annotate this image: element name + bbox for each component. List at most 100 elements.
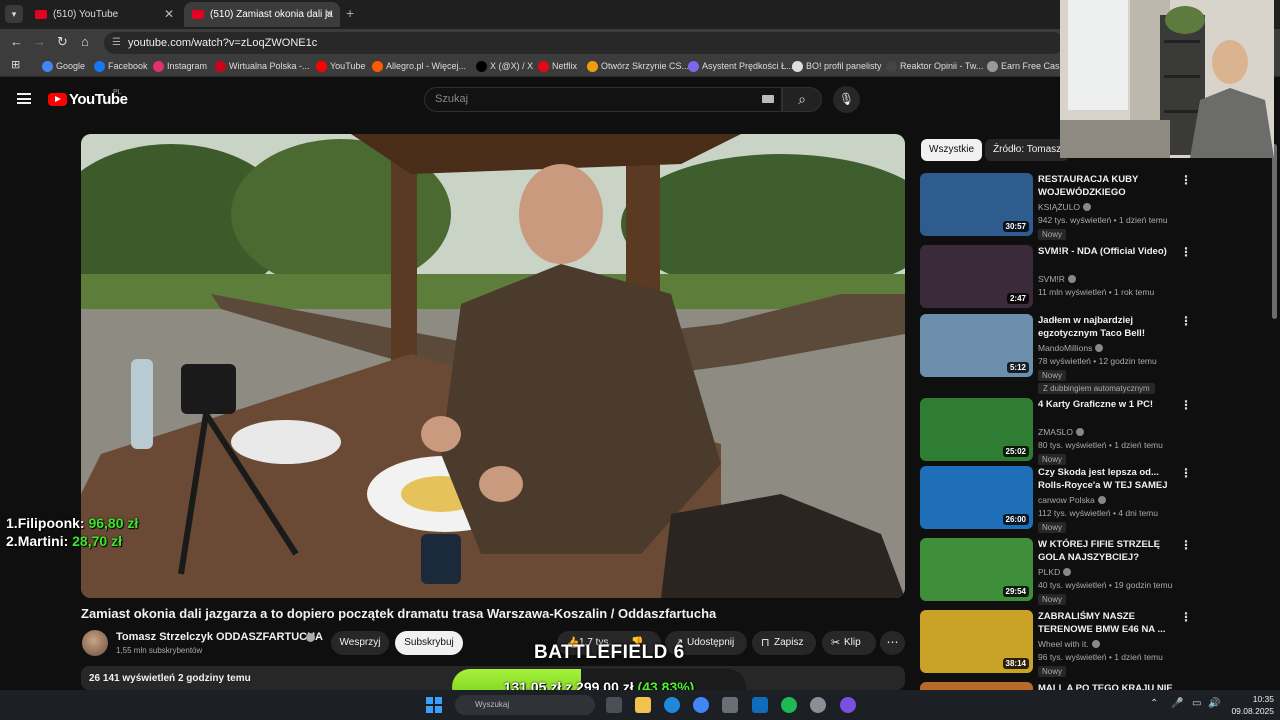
recommendation-channel[interactable]: carwow Polska xyxy=(1038,495,1106,505)
browser-tab-youtube[interactable]: (510) YouTube ✕ xyxy=(27,2,180,27)
verified-badge-icon xyxy=(1067,275,1076,283)
bookmark-item[interactable]: BO! profil panelisty xyxy=(792,59,882,74)
volume-icon[interactable]: 🔊 xyxy=(1208,698,1220,709)
video-thumbnail[interactable] xyxy=(920,682,1033,690)
bookmark-item[interactable]: Asystent Prędkości Ł... xyxy=(688,59,794,74)
bookmark-item[interactable]: Wirtualna Polska -... xyxy=(215,59,310,74)
task-view-icon[interactable] xyxy=(606,697,622,713)
new-tab-icon[interactable]: + xyxy=(346,5,354,21)
bookmark-item[interactable]: Facebook xyxy=(94,59,148,74)
bookmark-item[interactable]: X (@X) / X xyxy=(476,59,533,74)
more-options-icon[interactable]: ⋮ xyxy=(1180,245,1192,259)
channel-avatar[interactable] xyxy=(82,630,108,656)
more-options-icon[interactable]: ⋮ xyxy=(1180,610,1192,624)
youtube-logo-icon[interactable] xyxy=(48,93,67,106)
video-thumbnail[interactable]: 30:57 xyxy=(920,173,1033,236)
store-icon[interactable] xyxy=(722,697,738,713)
recommendation-title[interactable]: Jadłem w najbardziej egzotycznym Taco Be… xyxy=(1038,314,1178,340)
recommendation-item[interactable]: 5:12 Jadłem w najbardziej egzotycznym Tac… xyxy=(920,314,1270,394)
save-button[interactable]: ⊓ Zapisz xyxy=(752,631,816,655)
menu-icon[interactable] xyxy=(17,93,31,104)
recommendation-item[interactable]: 26:00 Czy Skoda jest lepsza od... Rolls-R… xyxy=(920,466,1270,533)
recommendation-title[interactable]: 4 Karty Graficzne w 1 PC! xyxy=(1038,398,1178,411)
assistant-icon[interactable] xyxy=(840,697,856,713)
recommendation-title[interactable]: RESTAURACJA KUBY WOJEWÓDZKIEGO xyxy=(1038,173,1178,199)
recommendation-channel[interactable]: KSIĄŻULO xyxy=(1038,202,1092,212)
recommendation-item[interactable]: 38:14 ZABRALIŚMY NASZE TERENOWE BMW E46 N… xyxy=(920,610,1270,677)
home-icon[interactable]: ⌂ xyxy=(81,34,89,49)
search-input[interactable]: Szukaj xyxy=(424,87,782,112)
recommendation-title[interactable]: ZABRALIŚMY NASZE TERENOWE BMW E46 NA ... xyxy=(1038,610,1178,636)
video-thumbnail[interactable]: 29:54 xyxy=(920,538,1033,601)
apps-grid-icon[interactable]: ⊞ xyxy=(11,58,20,71)
recommendation-channel[interactable]: Wheel with it. xyxy=(1038,639,1100,649)
recommendation-channel[interactable]: PLKD xyxy=(1038,567,1072,577)
recommendation-title[interactable]: MALL A PO TEGO KRAJU NIE xyxy=(1038,682,1178,690)
support-button[interactable]: Wesprzyj xyxy=(331,631,389,655)
bookmark-item[interactable]: Netflix xyxy=(538,59,577,74)
microphone-tray-icon[interactable]: 🎤 xyxy=(1171,698,1183,709)
leader-name: Filipoonk: xyxy=(17,515,85,531)
recommendation-channel[interactable]: MandoMillions xyxy=(1038,343,1104,353)
search-button[interactable]: ⌕ xyxy=(782,87,822,112)
reload-icon[interactable]: ↻ xyxy=(57,34,68,50)
recommendation-title[interactable]: W KTÓREJ FIFIE STRZELĘ GOLA NAJSZYBCIEJ? xyxy=(1038,538,1178,564)
recommendation-channel[interactable]: SVM!R xyxy=(1038,274,1076,284)
video-player[interactable] xyxy=(81,134,905,598)
chrome-icon[interactable] xyxy=(693,697,709,713)
site-info-icon[interactable]: ☰ xyxy=(112,32,121,54)
forward-arrow-icon[interactable]: → xyxy=(33,34,46,49)
clip-button[interactable]: ✂ Klip xyxy=(822,631,876,655)
recommendation-item[interactable]: 29:54 W KTÓREJ FIFIE STRZELĘ GOLA NAJSZYB… xyxy=(920,538,1270,605)
steam-icon[interactable] xyxy=(810,697,826,713)
recommendation-title[interactable]: SVM!R - NDA (Official Video) xyxy=(1038,245,1178,258)
spotify-icon[interactable] xyxy=(781,697,797,713)
recommendation-item[interactable]: 25:02 4 Karty Graficzne w 1 PC! ZMASLO 80 t… xyxy=(920,398,1270,465)
windows-start-icon[interactable] xyxy=(426,697,442,713)
address-bar[interactable]: ☰ youtube.com/watch?v=zLoqZWONE1c xyxy=(104,32,1064,54)
recommendation-channel[interactable]: ZMASLO xyxy=(1038,427,1084,437)
bookmark-item[interactable]: YouTube xyxy=(316,59,365,74)
back-arrow-icon[interactable]: ← xyxy=(10,34,23,49)
tab-search-button[interactable]: ▾ xyxy=(5,5,23,23)
edge-icon[interactable] xyxy=(664,697,680,713)
video-thumbnail[interactable]: 26:00 xyxy=(920,466,1033,529)
voice-search-icon[interactable]: 🎙 xyxy=(833,86,860,113)
keyboard-icon[interactable] xyxy=(762,95,774,103)
more-options-icon[interactable]: ⋮ xyxy=(1180,538,1192,552)
video-thumbnail[interactable]: 25:02 xyxy=(920,398,1033,461)
bookmark-item[interactable]: Reaktor Opinii - Tw... xyxy=(886,59,983,74)
bookmark-item[interactable]: Google xyxy=(42,59,85,74)
tray-chevron-icon[interactable]: ⌃ xyxy=(1150,698,1158,709)
recommendation-item[interactable]: MALL A PO TEGO KRAJU NIE xyxy=(920,682,1270,690)
outlook-icon[interactable] xyxy=(752,697,768,713)
more-options-icon[interactable]: ⋮ xyxy=(1180,466,1192,480)
channel-label: carwow Polska xyxy=(1038,495,1095,505)
recommendation-title[interactable]: Czy Skoda jest lepsza od... Rolls-Royce'… xyxy=(1038,466,1178,493)
video-duration: 2:47 xyxy=(1006,293,1029,304)
more-options-icon[interactable]: ⋮ xyxy=(1180,314,1192,328)
close-tab-icon[interactable]: ✕ xyxy=(324,2,334,27)
more-options-icon[interactable]: ⋮ xyxy=(1180,398,1192,412)
more-options-icon[interactable]: ⋮ xyxy=(1180,173,1192,187)
subscribe-button[interactable]: Subskrybuj xyxy=(395,631,463,655)
file-explorer-icon[interactable] xyxy=(635,697,651,713)
video-thumbnail[interactable]: 5:12 xyxy=(920,314,1033,377)
system-clock[interactable]: 10:35 09.08.2025 xyxy=(1228,693,1274,717)
browser-tab-video[interactable]: (510) Zamiast okonia dali ja ✕ xyxy=(184,2,340,27)
bookmark-item[interactable]: Instagram xyxy=(153,59,207,74)
chip-source[interactable]: Źródło: Tomasz xyxy=(985,139,1070,161)
recommendation-item[interactable]: 30:57 RESTAURACJA KUBY WOJEWÓDZKIEGO KSIĄŻ… xyxy=(920,173,1270,240)
video-thumbnail[interactable]: 38:14 xyxy=(920,610,1033,673)
chip-all[interactable]: Wszystkie xyxy=(921,139,982,161)
more-actions-icon[interactable]: ⋯ xyxy=(880,631,905,655)
recommendation-item[interactable]: 2:47 SVM!R - NDA (Official Video) SVM!R 11 … xyxy=(920,245,1270,311)
scrollbar-thumb[interactable] xyxy=(1272,144,1277,319)
bookmark-item[interactable]: Otwórz Skrzynie CS... xyxy=(587,59,689,74)
taskbar-search-input[interactable]: Wyszukaj xyxy=(455,695,595,715)
video-thumbnail[interactable]: 2:47 xyxy=(920,245,1033,308)
channel-name[interactable]: Tomasz Strzelczyk ODDASZFARTUCHA xyxy=(116,631,323,643)
close-tab-icon[interactable]: ✕ xyxy=(164,2,174,27)
network-icon[interactable]: ▭ xyxy=(1192,698,1201,709)
bookmark-item[interactable]: Allegro.pl - Więcej... xyxy=(372,59,466,74)
